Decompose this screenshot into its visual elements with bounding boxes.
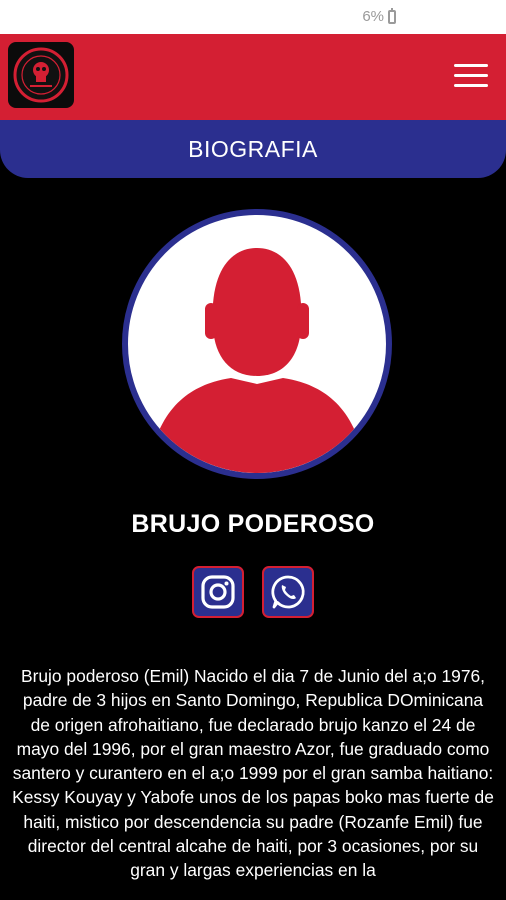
battery-icon bbox=[388, 7, 396, 24]
whatsapp-icon bbox=[271, 575, 305, 609]
skull-logo-icon bbox=[13, 47, 69, 103]
profile-name: BRUJO PODEROSO bbox=[131, 510, 375, 538]
menu-line-icon bbox=[454, 64, 488, 67]
page-title-bar: BIOGRAFIA bbox=[0, 120, 506, 178]
biography-text: Brujo poderoso (Emil) Nacido el dia 7 de… bbox=[12, 666, 494, 881]
person-silhouette-icon bbox=[122, 209, 392, 479]
page-title: BIOGRAFIA bbox=[188, 135, 318, 162]
menu-line-icon bbox=[454, 74, 488, 77]
app-bar bbox=[0, 34, 506, 120]
social-links bbox=[0, 566, 506, 618]
avatar bbox=[121, 208, 393, 480]
menu-line-icon bbox=[454, 84, 488, 87]
battery-indicator: 6% bbox=[362, 7, 396, 25]
status-bar: 6% bbox=[0, 0, 506, 34]
whatsapp-button[interactable] bbox=[262, 566, 314, 618]
instagram-icon bbox=[201, 575, 235, 609]
instagram-button[interactable] bbox=[192, 566, 244, 618]
hamburger-menu-button[interactable] bbox=[454, 64, 488, 90]
app-logo[interactable] bbox=[8, 42, 74, 108]
battery-percent: 6% bbox=[362, 8, 384, 25]
